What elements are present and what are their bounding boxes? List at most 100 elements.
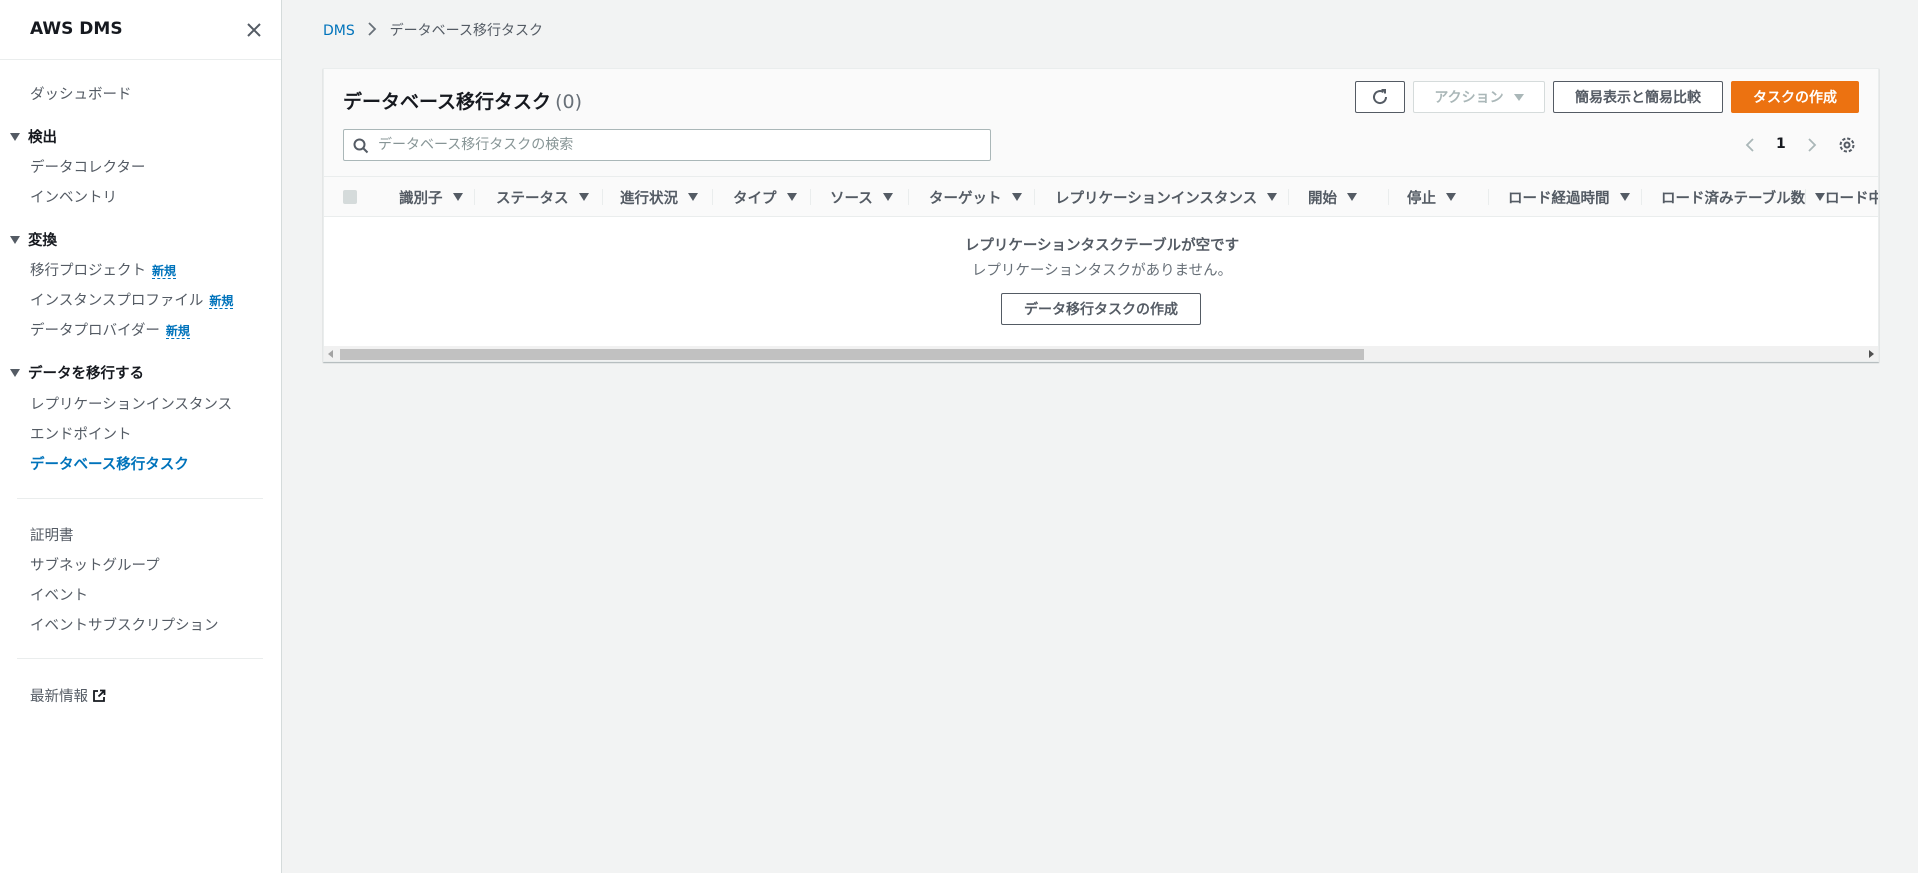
column-label: ターゲット [929,190,1002,207]
refresh-button[interactable] [1355,81,1405,113]
breadcrumb-current: データベース移行タスク [389,23,543,39]
breadcrumb-link-dms[interactable]: DMS [323,23,355,39]
column-header-target[interactable]: ターゲット [929,177,1022,217]
chevron-left-icon[interactable] [1744,137,1756,153]
sort-icon [1446,193,1456,201]
search-icon [353,138,369,154]
new-badge: 新規 [165,324,190,339]
caret-down-icon [1513,93,1524,101]
sidebar-item-label: インスタンスプロファイル [30,293,204,309]
breadcrumb: DMS データベース移行タスク [323,20,543,40]
column-label: 停止 [1407,190,1436,207]
tasks-table-panel: データベース移行タスク(0) アクション 簡易表示と簡易比較 タスクの作成 1 … [323,68,1879,362]
panel-header: データベース移行タスク(0) アクション 簡易表示と簡易比較 タスクの作成 1 [324,69,1878,177]
actions-dropdown[interactable]: アクション [1413,81,1545,113]
sort-icon [1619,193,1630,201]
panel-title: データベース移行タスク (0) [343,87,582,114]
page-number[interactable]: 1 [1776,136,1786,152]
sidebar-item-data-providers[interactable]: データプロバイダー 新規 [30,319,190,340]
search-field[interactable] [343,129,991,161]
column-divider [1805,189,1806,205]
sidebar-section-discover[interactable]: 検出 [10,126,57,147]
close-icon[interactable] [244,20,264,40]
sidebar-section-label: 検出 [28,130,57,146]
column-header-load-elapsed-time[interactable]: ロード経過時間 [1508,177,1630,217]
sort-icon [1267,193,1278,201]
scroll-right-icon[interactable] [1868,350,1874,358]
sidebar-section-label: 変換 [28,233,57,249]
sidebar-header: AWS DMS [0,0,281,60]
create-data-migration-task-button[interactable]: データ移行タスクの作成 [1001,293,1201,325]
new-badge: 新規 [209,294,234,309]
sidebar-item-inventory[interactable]: インベントリ [30,186,117,207]
sidebar-section-migrate[interactable]: データを移行する [10,362,144,383]
scrollbar-thumb[interactable] [340,349,1364,360]
sort-icon [452,193,463,201]
scroll-left-icon[interactable] [328,350,334,358]
sidebar-item-instance-profiles[interactable]: インスタンスプロファイル 新規 [30,289,234,310]
sidebar-item-events[interactable]: イベント [30,584,88,605]
column-divider [810,189,811,205]
column-divider [1034,189,1035,205]
sort-icon [688,193,698,201]
sidebar-item-migration-projects[interactable]: 移行プロジェクト 新規 [30,259,177,280]
panel-count: (0) [555,91,582,113]
column-header-type[interactable]: タイプ [733,177,797,217]
sidebar-item-label: データプロバイダー [30,323,160,339]
column-label: レプリケーションインスタンス [1055,190,1258,207]
sidebar-item-whats-new[interactable]: 最新情報 [30,685,106,706]
sidebar-item-data-collector[interactable]: データコレクター [30,156,145,177]
sidebar-item-endpoints[interactable]: エンドポイント [30,423,132,444]
column-header-tables-loading[interactable]: ロード中 [1825,177,1878,217]
column-header-progress[interactable]: 進行状況 [620,177,698,217]
sidebar-section-convert[interactable]: 変換 [10,229,57,250]
column-label: 開始 [1308,190,1337,207]
column-header-source[interactable]: ソース [830,177,893,217]
horizontal-scrollbar[interactable] [324,346,1878,361]
caret-down-icon [10,236,20,244]
empty-state-subtitle: レプリケーションタスクがありません。 [971,263,1233,279]
sidebar-divider [17,498,263,499]
column-divider [1641,189,1642,205]
table-header: 識別子 ステータス 進行状況 タイプ ソース ターゲット レプリケーションインス… [324,177,1878,217]
sort-icon [1011,193,1022,201]
column-label: 進行状況 [620,190,678,207]
column-header-replication-instance[interactable]: レプリケーションインスタンス [1055,177,1278,217]
sidebar-item-event-subscriptions[interactable]: イベントサブスクリプション [30,614,219,635]
column-divider [908,189,909,205]
refresh-icon [1373,89,1388,105]
simple-view-button[interactable]: 簡易表示と簡易比較 [1553,81,1723,113]
select-all-checkbox[interactable] [343,190,357,204]
column-label: ロード済みテーブル数 [1661,190,1806,207]
sidebar-item-dashboard[interactable]: ダッシュボード [30,83,132,104]
gear-icon[interactable] [1837,135,1857,155]
sort-icon [882,193,893,201]
create-task-button[interactable]: タスクの作成 [1731,81,1859,113]
side-navigation: AWS DMS ダッシュボード 検出 データコレクター インベントリ 変換 移行… [0,0,282,873]
column-label: 識別子 [399,190,443,207]
sidebar-item-certificates[interactable]: 証明書 [30,524,74,545]
column-label: ステータス [496,190,569,207]
caret-down-icon [10,369,20,377]
column-header-tables-loaded[interactable]: ロード済みテーブル数 [1661,177,1826,217]
sidebar-item-replication-instances[interactable]: レプリケーションインスタンス [30,393,232,414]
sort-icon [1815,193,1826,201]
sidebar-title[interactable]: AWS DMS [30,19,123,39]
chevron-right-icon[interactable] [1806,137,1818,153]
sidebar-item-label: 移行プロジェクト [30,263,146,279]
column-header-stop[interactable]: 停止 [1407,177,1456,217]
column-divider [1388,189,1389,205]
sidebar-divider [17,658,263,659]
sidebar-item-subnet-groups[interactable]: サブネットグループ [30,554,160,575]
column-header-start[interactable]: 開始 [1308,177,1357,217]
column-header-status[interactable]: ステータス [496,177,589,217]
column-header-identifier[interactable]: 識別子 [399,177,463,217]
column-divider [602,189,603,205]
column-divider [1488,189,1489,205]
column-divider [1288,189,1289,205]
panel-title-text: データベース移行タスク [343,91,552,113]
search-input[interactable] [376,130,976,160]
column-divider [474,189,475,205]
caret-down-icon [10,133,20,141]
sidebar-item-database-migration-tasks[interactable]: データベース移行タスク [30,453,189,474]
